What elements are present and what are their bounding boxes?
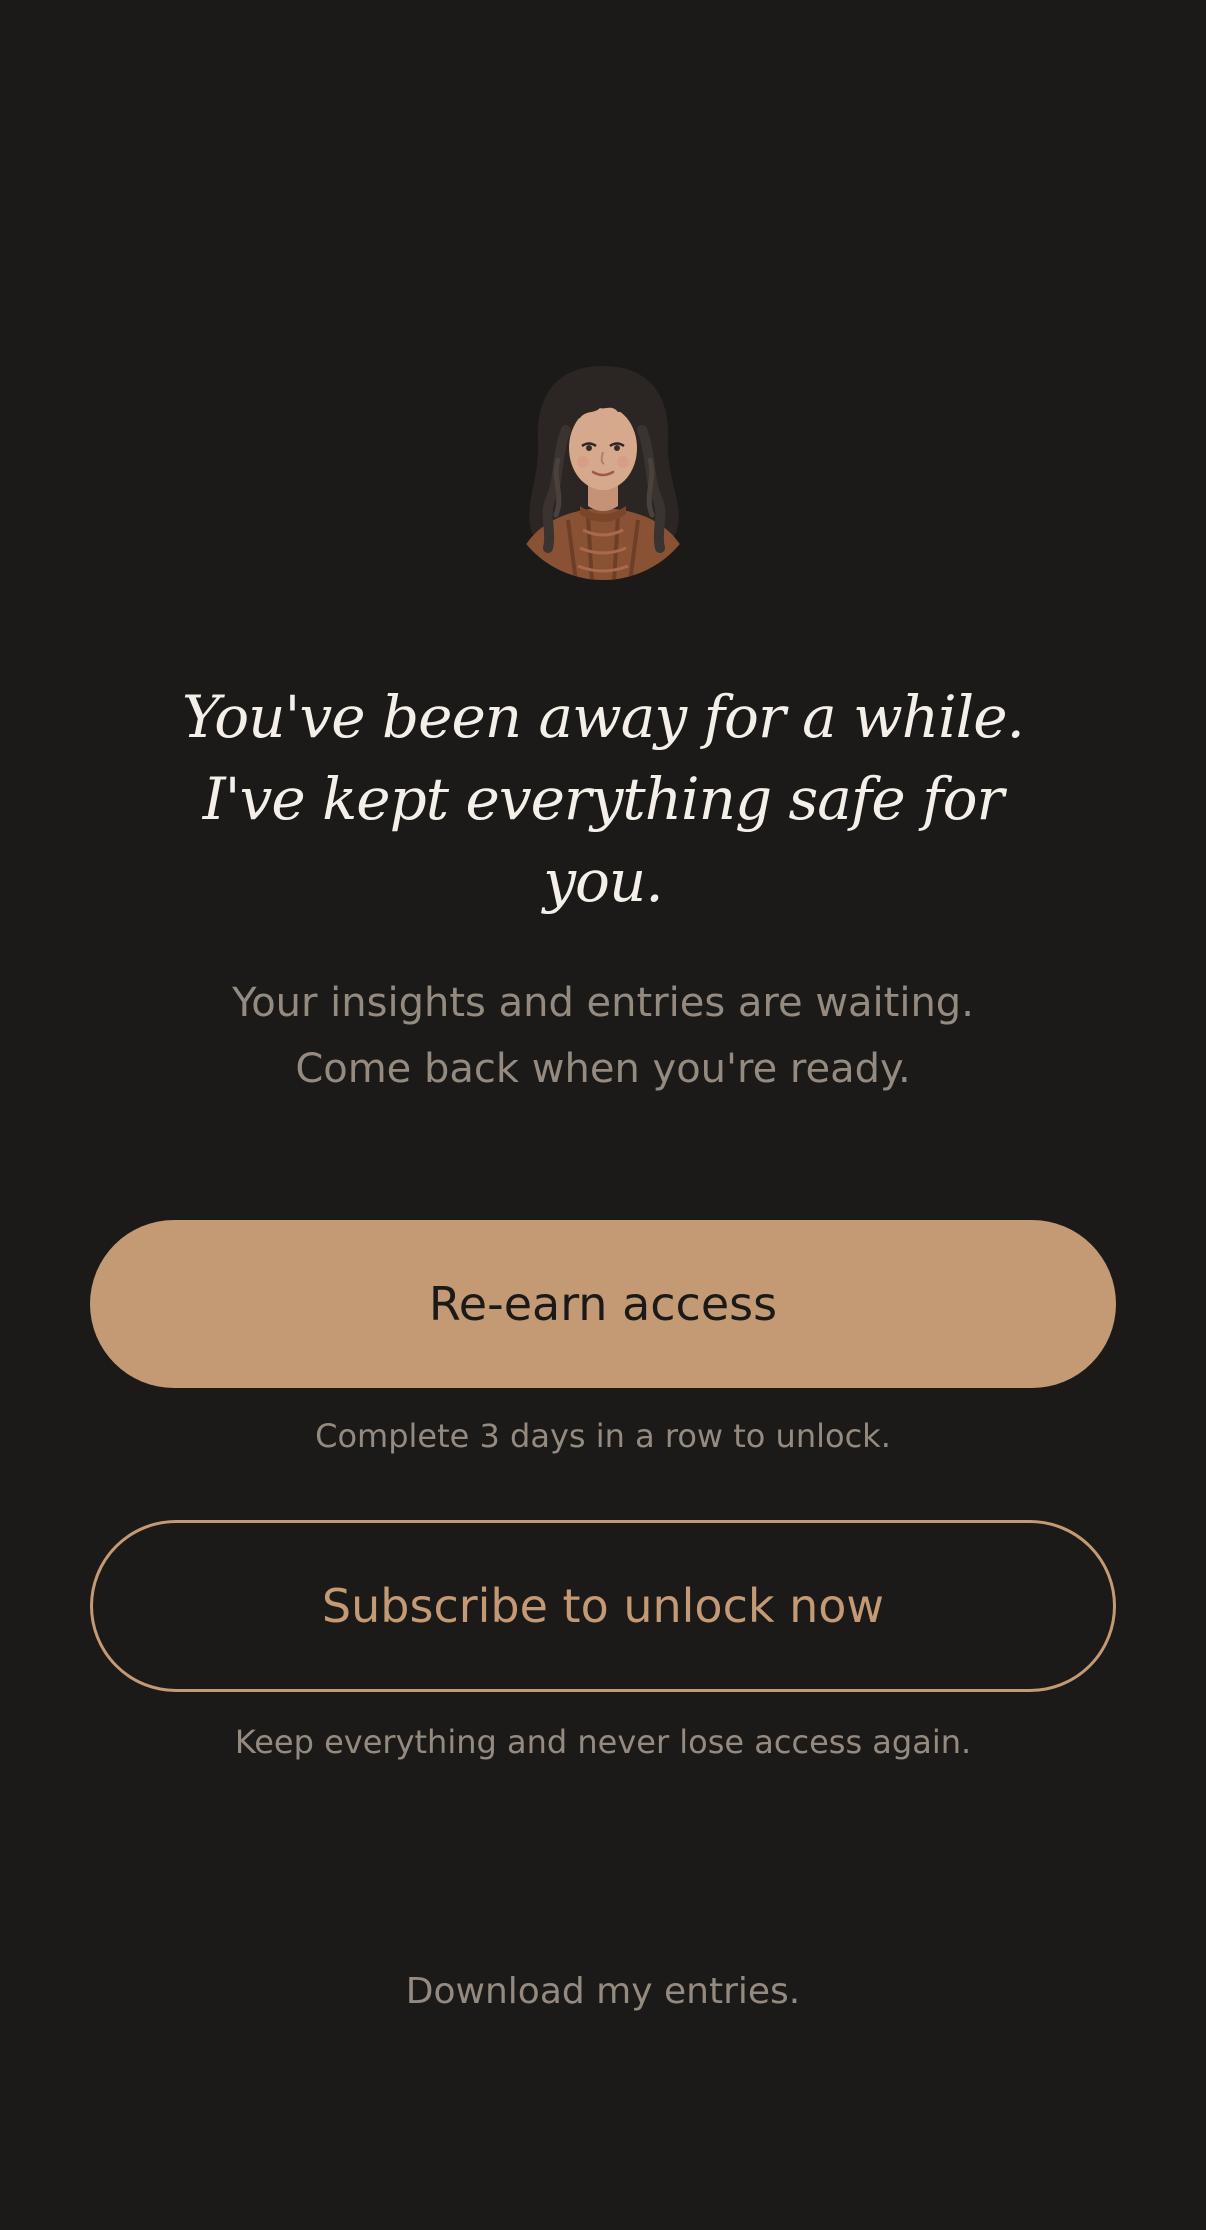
- re-earn-access-label: Re-earn access: [428, 1277, 778, 1331]
- subtext-line-2: Come back when you're ready.: [295, 1046, 911, 1092]
- avatar: [508, 360, 698, 582]
- subscribe-button[interactable]: Subscribe to unlock now: [90, 1520, 1116, 1692]
- subtext-line-1: Your insights and entries are waiting.: [232, 980, 974, 1026]
- subscribe-caption: Keep everything and never lose access ag…: [234, 1723, 972, 1761]
- subtext: Your insights and entries are waiting. C…: [150, 970, 1056, 1102]
- headline: You've been away for a while. I've kept …: [182, 683, 1025, 915]
- companion-avatar-illustration-icon: [513, 366, 693, 580]
- re-earn-access-button[interactable]: Re-earn access: [90, 1220, 1116, 1388]
- download-entries-link[interactable]: Download my entries.: [303, 1968, 903, 2016]
- subscribe-label: Subscribe to unlock now: [321, 1579, 885, 1633]
- re-earn-caption: Complete 3 days in a row to unlock.: [315, 1417, 891, 1455]
